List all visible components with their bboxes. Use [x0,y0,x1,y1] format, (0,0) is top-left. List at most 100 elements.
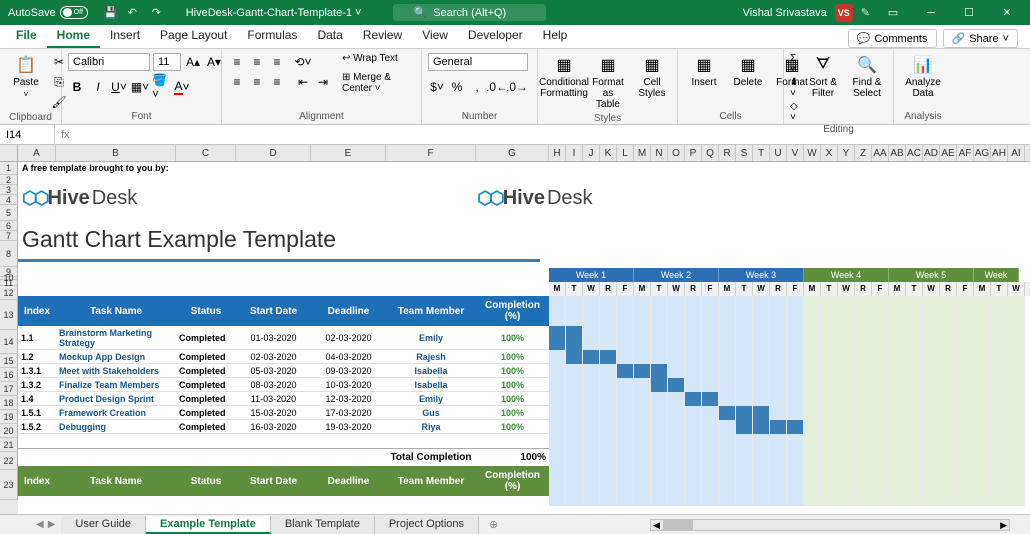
insert-cells-button[interactable]: ▦Insert [684,53,724,90]
row-header[interactable]: 12 [0,286,18,300]
underline-icon[interactable]: U˅ [110,78,128,96]
inc-indent-icon[interactable]: ⇥ [314,73,332,91]
clear-icon[interactable]: ◇ ˅ [790,101,799,123]
tab-view[interactable]: View [412,24,458,48]
col-header[interactable]: S [736,145,753,161]
tab-page-layout[interactable]: Page Layout [150,24,237,48]
prev-sheet-icon[interactable]: ◀ [36,519,44,530]
row-header[interactable]: 17 [0,382,18,396]
merge-center-button[interactable]: ⊞ Merge & Center ˅ [342,72,415,94]
maximize-icon[interactable]: ☐ [954,0,984,25]
row-header[interactable]: 16 [0,368,18,382]
col-header[interactable]: L [617,145,634,161]
grow-font-icon[interactable]: A▴ [184,53,202,71]
row-header[interactable]: 18 [0,396,18,410]
row-header[interactable]: 4 [0,195,18,205]
comma-icon[interactable]: , [468,78,486,96]
row-header[interactable]: 6 [0,221,18,231]
font-size-select[interactable] [153,53,181,71]
col-header[interactable]: O [668,145,685,161]
tab-insert[interactable]: Insert [100,24,150,48]
row-header[interactable]: 19 [0,410,18,424]
row-header[interactable]: 21 [0,438,18,452]
username[interactable]: Vishal Srivastava [743,7,827,19]
dec-indent-icon[interactable]: ⇤ [294,73,312,91]
redo-icon[interactable]: ↷ [152,6,166,20]
search-input[interactable]: 🔍 Search (Alt+Q) [393,4,546,21]
paste-button[interactable]: 📋Paste˅ [6,53,46,101]
table-row[interactable]: 1.5.2DebuggingCompleted16-03-202019-03-2… [18,420,549,434]
new-sheet-icon[interactable]: ⊕ [479,518,508,531]
comments-button[interactable]: 💬 Comments [848,29,937,48]
ribbon-options-icon[interactable]: ▭ [878,0,908,25]
sheet-tab-project-options[interactable]: Project Options [375,516,479,534]
dec-decimal-icon[interactable]: .0→ [508,78,526,96]
col-header[interactable]: G [476,145,549,161]
col-header[interactable]: N [651,145,668,161]
inc-decimal-icon[interactable]: .0← [488,78,506,96]
font-name-select[interactable] [68,53,150,71]
table-row[interactable]: 1.3.2Finalize Team MembersCompleted08-03… [18,378,549,392]
align-middle-icon[interactable]: ≡ [248,53,266,71]
scrollbar-thumb[interactable] [663,520,693,530]
row-header[interactable]: 7 [0,231,18,241]
fill-icon[interactable]: ⬇ ˅ [790,77,799,99]
col-header[interactable]: I [566,145,583,161]
tab-home[interactable]: Home [47,24,100,48]
col-header[interactable]: AE [940,145,957,161]
col-header[interactable]: M [634,145,651,161]
row-header[interactable]: 23 [0,470,18,500]
col-header[interactable]: R [719,145,736,161]
fill-color-icon[interactable]: 🪣˅ [152,78,170,96]
font-color-icon[interactable]: A˅ [173,78,191,96]
col-header[interactable]: T [753,145,770,161]
col-header[interactable]: AC [906,145,923,161]
format-table-button[interactable]: ▦Format as Table [588,53,628,112]
save-icon[interactable]: 💾 [104,6,118,20]
row-header[interactable]: 2 [0,175,18,185]
number-format-select[interactable] [428,53,528,71]
minimize-icon[interactable]: ─ [916,0,946,25]
wrap-text-button[interactable]: ↩ Wrap Text [342,53,415,64]
col-header[interactable]: Y [838,145,855,161]
row-header[interactable]: 14 [0,330,18,354]
share-button[interactable]: 🔗 Share ˅ [943,29,1019,48]
col-header[interactable]: AG [974,145,991,161]
tab-review[interactable]: Review [353,24,412,48]
sheet-tab-blank-template[interactable]: Blank Template [271,516,375,534]
row-header[interactable]: 5 [0,205,18,221]
delete-cells-button[interactable]: ▦Delete [728,53,768,90]
tab-help[interactable]: Help [533,24,578,48]
align-left-icon[interactable]: ≡ [228,73,246,91]
sheet-tab-example-template[interactable]: Example Template [146,516,271,534]
col-header[interactable]: A [18,145,56,161]
table-row[interactable]: 1.3.1Meet with StakeholdersCompleted05-0… [18,364,549,378]
row-header[interactable]: 8 [0,241,18,267]
col-header[interactable]: AD [923,145,940,161]
italic-icon[interactable]: I [89,78,107,96]
autosave-toggle[interactable]: AutoSave Off [0,6,96,19]
undo-icon[interactable]: ↶ [128,6,142,20]
autosum-icon[interactable]: Σ ˅ [790,53,799,75]
orientation-icon[interactable]: ⟲˅ [294,53,312,71]
cell-styles-button[interactable]: ▦Cell Styles [632,53,672,101]
row-header[interactable]: 1 [0,162,18,175]
col-header[interactable]: W [804,145,821,161]
bold-icon[interactable]: B [68,78,86,96]
table-row[interactable]: 1.4Product Design SprintCompleted11-03-2… [18,392,549,406]
close-icon[interactable]: ✕ [992,0,1022,25]
fx-icon[interactable]: fx [55,129,76,141]
select-all-corner[interactable] [0,145,18,161]
row-header[interactable]: 20 [0,424,18,438]
col-header[interactable]: P [685,145,702,161]
col-header[interactable]: K [600,145,617,161]
find-select-button[interactable]: 🔍Find & Select [847,53,887,101]
name-box[interactable]: I14 [0,125,55,144]
row-header[interactable]: 13 [0,300,18,330]
horizontal-scrollbar[interactable]: ◀ ▶ [650,519,1010,531]
percent-icon[interactable]: % [448,78,466,96]
row-header[interactable]: 15 [0,354,18,368]
tab-data[interactable]: Data [307,24,352,48]
pen-icon[interactable]: ✎ [861,6,870,19]
row-header[interactable]: 3 [0,185,18,195]
